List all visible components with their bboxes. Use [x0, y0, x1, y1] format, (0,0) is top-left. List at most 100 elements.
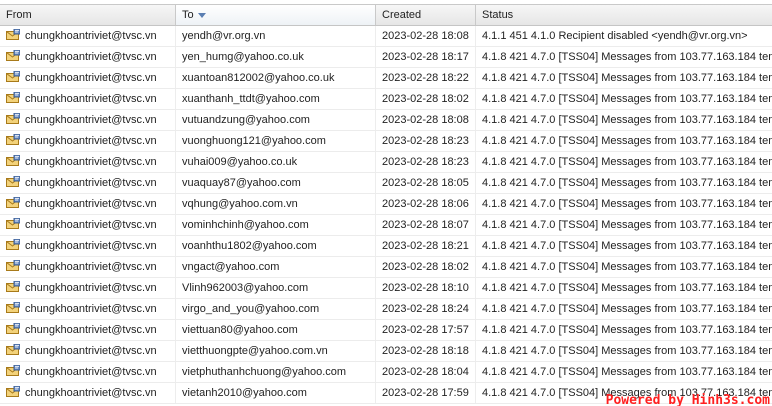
status-text: 4.1.8 421 4.7.0 [TSS04] Messages from 10… [482, 240, 772, 252]
status-text: 4.1.8 421 4.7.0 [TSS04] Messages from 10… [482, 324, 772, 336]
to-address: vuonghuong121@yahoo.com [176, 131, 376, 151]
deferred-mail-icon [6, 155, 20, 166]
to-address: vominhchinh@yahoo.com [176, 215, 376, 235]
created-time: 2023-02-28 18:21 [376, 236, 476, 256]
from-cell: chungkhoantriviet@tvsc.vn [0, 173, 176, 193]
deferred-mail-icon [6, 239, 20, 250]
status-text: 4.1.8 421 4.7.0 [TSS04] Messages from 10… [482, 177, 772, 189]
created-time: 2023-02-28 18:02 [376, 89, 476, 109]
created-time: 2023-02-28 18:23 [376, 131, 476, 151]
column-header-from[interactable]: From [0, 5, 176, 25]
status-text: 4.1.8 421 4.7.0 [TSS04] Messages from 10… [482, 51, 772, 63]
to-address: vietphuthanhchuong@yahoo.com [176, 362, 376, 382]
table-row[interactable]: chungkhoantriviet@tvsc.vn vuaquay87@yahoo… [0, 173, 772, 194]
deferred-mail-icon [6, 260, 20, 271]
created-time: 2023-02-28 18:07 [376, 215, 476, 235]
deferred-mail-icon [6, 92, 20, 103]
from-cell: chungkhoantriviet@tvsc.vn [0, 131, 176, 151]
column-header-to-label: To [182, 9, 194, 21]
from-address: chungkhoantriviet@tvsc.vn [25, 219, 157, 231]
status-text: 4.1.8 421 4.7.0 [TSS04] Messages from 10… [482, 345, 772, 357]
table-row[interactable]: chungkhoantriviet@tvsc.vn xuanthanh_ttdt@… [0, 89, 772, 110]
table-row[interactable]: chungkhoantriviet@tvsc.vn voanhthu1802@ya… [0, 236, 772, 257]
to-address: vngact@yahoo.com [176, 257, 376, 277]
sort-descending-icon [197, 12, 206, 18]
table-row[interactable]: chungkhoantriviet@tvsc.vn vominhchinh@yah… [0, 215, 772, 236]
created-time: 2023-02-28 18:18 [376, 341, 476, 361]
from-cell: chungkhoantriviet@tvsc.vn [0, 215, 176, 235]
status-text: 4.1.8 421 4.7.0 [TSS04] Messages from 10… [482, 219, 772, 231]
from-cell: chungkhoantriviet@tvsc.vn [0, 341, 176, 361]
from-cell: chungkhoantriviet@tvsc.vn [0, 236, 176, 256]
from-cell: chungkhoantriviet@tvsc.vn [0, 89, 176, 109]
to-address: xuanthanh_ttdt@yahoo.com [176, 89, 376, 109]
created-time: 2023-02-28 18:08 [376, 110, 476, 130]
table-row[interactable]: chungkhoantriviet@tvsc.vn vuhai009@yahoo.… [0, 152, 772, 173]
status-text: 4.1.8 421 4.7.0 [TSS04] Messages from 10… [482, 198, 772, 210]
table-row[interactable]: chungkhoantriviet@tvsc.vn Vlinh962003@yah… [0, 278, 772, 299]
from-cell: chungkhoantriviet@tvsc.vn [0, 362, 176, 382]
from-address: chungkhoantriviet@tvsc.vn [25, 156, 157, 168]
column-header-created-label: Created [382, 9, 422, 21]
to-address: vutuandzung@yahoo.com [176, 110, 376, 130]
table-row[interactable]: chungkhoantriviet@tvsc.vn vietphuthanhchu… [0, 362, 772, 383]
deferred-mail-icon [6, 386, 20, 397]
from-address: chungkhoantriviet@tvsc.vn [25, 345, 157, 357]
deferred-mail-icon [6, 50, 20, 61]
deferred-mail-icon [6, 218, 20, 229]
status-text: 4.1.8 421 4.7.0 [TSS04] Messages from 10… [482, 72, 772, 84]
created-time: 2023-02-28 18:08 [376, 26, 476, 46]
table-row[interactable]: chungkhoantriviet@tvsc.vn viettuan80@yaho… [0, 320, 772, 341]
column-header-status-label: Status [482, 9, 514, 21]
status-text: 4.1.8 421 4.7.0 [TSS04] Messages from 10… [482, 114, 772, 126]
created-time: 2023-02-28 18:23 [376, 152, 476, 172]
table-row[interactable]: chungkhoantriviet@tvsc.vn yendh@vr.org.vn… [0, 26, 772, 47]
to-address: vietanh2010@yahoo.com [176, 383, 376, 403]
table-row[interactable]: chungkhoantriviet@tvsc.vn yen_humg@yahoo.… [0, 47, 772, 68]
deferred-mail-icon [6, 71, 20, 82]
from-address: chungkhoantriviet@tvsc.vn [25, 30, 157, 42]
to-address: xuantoan812002@yahoo.co.uk [176, 68, 376, 88]
deferred-mail-icon [6, 29, 20, 40]
from-cell: chungkhoantriviet@tvsc.vn [0, 320, 176, 340]
from-address: chungkhoantriviet@tvsc.vn [25, 51, 157, 63]
table-row[interactable]: chungkhoantriviet@tvsc.vn vuonghuong121@y… [0, 131, 772, 152]
deferred-mail-icon [6, 365, 20, 376]
deferred-mail-icon [6, 134, 20, 145]
to-address: voanhthu1802@yahoo.com [176, 236, 376, 256]
to-address: yen_humg@yahoo.co.uk [176, 47, 376, 67]
from-address: chungkhoantriviet@tvsc.vn [25, 198, 157, 210]
created-time: 2023-02-28 18:02 [376, 257, 476, 277]
column-header-to[interactable]: To [176, 5, 376, 25]
deferred-mail-icon [6, 302, 20, 313]
status-text: 4.1.8 421 4.7.0 [TSS04] Messages from 10… [482, 303, 772, 315]
table-row[interactable]: chungkhoantriviet@tvsc.vn xuantoan812002@… [0, 68, 772, 89]
table-row[interactable]: chungkhoantriviet@tvsc.vn virgo_and_you@y… [0, 299, 772, 320]
column-header-status[interactable]: Status [476, 5, 772, 25]
from-cell: chungkhoantriviet@tvsc.vn [0, 257, 176, 277]
deferred-mail-icon [6, 176, 20, 187]
to-address: vuaquay87@yahoo.com [176, 173, 376, 193]
table-row[interactable]: chungkhoantriviet@tvsc.vn vutuandzung@yah… [0, 110, 772, 131]
created-time: 2023-02-28 18:05 [376, 173, 476, 193]
from-address: chungkhoantriviet@tvsc.vn [25, 282, 157, 294]
table-row[interactable]: chungkhoantriviet@tvsc.vn vietthuongpte@y… [0, 341, 772, 362]
from-address: chungkhoantriviet@tvsc.vn [25, 324, 157, 336]
table-row[interactable]: chungkhoantriviet@tvsc.vn vngact@yahoo.co… [0, 257, 772, 278]
deferred-mail-grid: From To Created Status chungkhoantriviet… [0, 0, 772, 406]
status-text: 4.1.8 421 4.7.0 [TSS04] Messages from 10… [482, 135, 772, 147]
from-address: chungkhoantriviet@tvsc.vn [25, 303, 157, 315]
created-time: 2023-02-28 17:59 [376, 383, 476, 403]
from-cell: chungkhoantriviet@tvsc.vn [0, 194, 176, 214]
deferred-mail-icon [6, 281, 20, 292]
column-header-created[interactable]: Created [376, 5, 476, 25]
status-text: 4.1.1 451 4.1.0 Recipient disabled <yend… [482, 30, 748, 42]
to-address: vuhai009@yahoo.co.uk [176, 152, 376, 172]
to-address: virgo_and_you@yahoo.com [176, 299, 376, 319]
status-text: 4.1.8 421 4.7.0 [TSS04] Messages from 10… [482, 93, 772, 105]
from-address: chungkhoantriviet@tvsc.vn [25, 93, 157, 105]
column-header-from-label: From [6, 9, 32, 21]
table-row[interactable]: chungkhoantriviet@tvsc.vn vqhung@yahoo.co… [0, 194, 772, 215]
deferred-mail-icon [6, 113, 20, 124]
to-address: Vlinh962003@yahoo.com [176, 278, 376, 298]
